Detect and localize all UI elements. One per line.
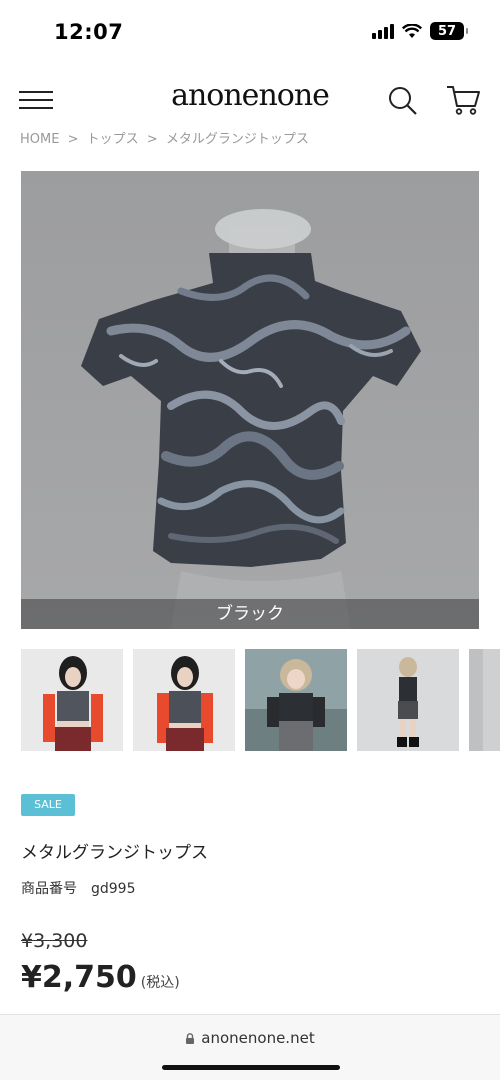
sale-badge: SALE <box>21 794 75 816</box>
url-display[interactable]: anonenone.net <box>0 1029 500 1047</box>
sale-price-value: ¥2,750 <box>21 960 137 995</box>
home-indicator <box>162 1065 340 1070</box>
breadcrumb-home[interactable]: HOME <box>20 132 59 147</box>
battery-icon: 57 <box>430 22 468 40</box>
thumbnail-4[interactable] <box>357 649 459 751</box>
thumbnail-photo <box>133 649 235 751</box>
search-icon[interactable] <box>388 86 418 116</box>
thumbnail-2[interactable] <box>133 649 235 751</box>
cellular-signal-icon <box>372 23 394 39</box>
breadcrumb-current: メタルグランジトップス <box>165 132 309 147</box>
color-label: ブラック <box>21 599 479 629</box>
cart-icon[interactable] <box>446 84 482 116</box>
tax-note: (税込) <box>140 975 180 991</box>
product-code-value: gd995 <box>91 881 136 897</box>
thumbnail-1[interactable] <box>21 649 123 751</box>
wifi-icon <box>402 23 422 38</box>
breadcrumb-separator: > <box>67 132 79 147</box>
lock-icon <box>186 1033 195 1044</box>
product-code-label: 商品番号 <box>21 881 77 897</box>
status-icons: 57 <box>372 22 468 40</box>
url-text: anonenone.net <box>201 1029 315 1047</box>
breadcrumb-category[interactable]: トップス <box>87 132 139 147</box>
site-header: anonenone <box>0 64 500 132</box>
thumbnail-photo <box>245 649 347 751</box>
thumbnail-strip <box>21 649 500 751</box>
product-photo <box>21 171 479 629</box>
status-bar: 12:07 57 <box>0 0 500 64</box>
sale-price: ¥2,750 (税込) <box>21 960 180 995</box>
thumbnail-photo <box>469 649 500 751</box>
status-time: 12:07 <box>54 20 124 44</box>
product-name: メタルグランジトップス <box>21 843 208 863</box>
main-product-image[interactable]: ブラック <box>21 171 479 629</box>
product-code: 商品番号 gd995 <box>21 878 136 898</box>
hamburger-menu-icon[interactable] <box>19 91 53 109</box>
browser-url-bar: anonenone.net <box>0 1014 500 1080</box>
original-price: ¥3,300 <box>21 930 88 952</box>
thumbnail-3[interactable] <box>245 649 347 751</box>
breadcrumb-separator: > <box>146 132 158 147</box>
site-logo[interactable]: anonenone <box>150 78 350 113</box>
breadcrumb: HOME > トップス > メタルグランジトップス <box>20 128 313 148</box>
thumbnail-photo <box>21 649 123 751</box>
thumbnail-5[interactable] <box>469 649 500 751</box>
thumbnail-photo <box>357 649 459 751</box>
